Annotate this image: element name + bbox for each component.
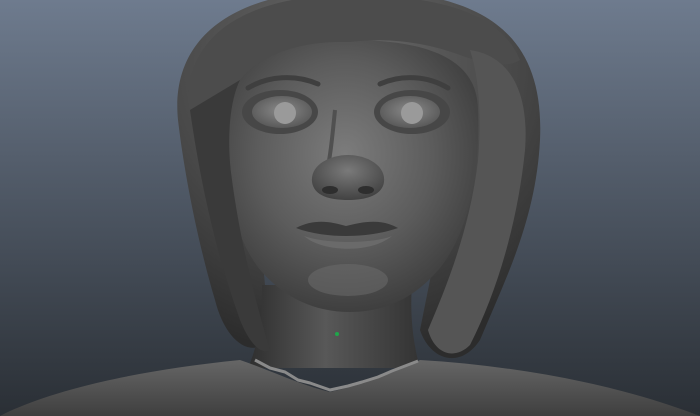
nostril-right xyxy=(358,186,374,194)
chin-highlight xyxy=(308,264,388,296)
viewport-render xyxy=(0,0,700,416)
iris-right xyxy=(401,102,423,124)
iris-left xyxy=(274,102,296,124)
vertex-marker[interactable] xyxy=(335,332,339,336)
nostril-left xyxy=(322,186,338,194)
3d-viewport[interactable] xyxy=(0,0,700,416)
